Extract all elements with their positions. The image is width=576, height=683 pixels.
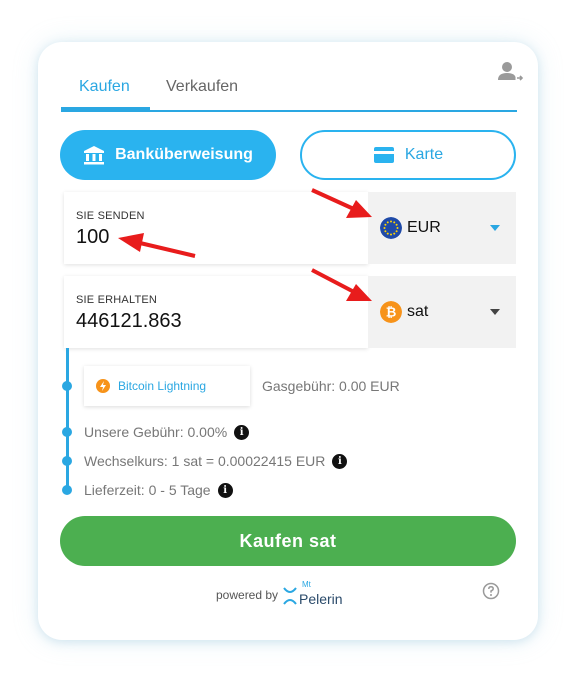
receive-currency-select[interactable]: ₿ sat bbox=[368, 276, 516, 348]
bank-transfer-button[interactable]: Banküberweisung bbox=[60, 130, 276, 180]
send-amount-field[interactable]: SIE SENDEN 100 bbox=[64, 192, 368, 264]
buy-button[interactable]: Kaufen sat bbox=[60, 516, 516, 566]
gas-fee-text: Gasgebühr: 0.00 EUR bbox=[262, 378, 400, 394]
card-payment-button[interactable]: Karte bbox=[300, 130, 516, 180]
fee-text: Unsere Gebühr: 0.00% bbox=[84, 424, 228, 440]
help-icon[interactable] bbox=[482, 582, 500, 600]
card-payment-label: Karte bbox=[404, 146, 444, 163]
tab-bar: Kaufen Verkaufen bbox=[61, 70, 517, 114]
tab-verkaufen[interactable]: Verkaufen bbox=[166, 78, 238, 96]
svg-text:₿: ₿ bbox=[386, 306, 397, 321]
receive-amount-field[interactable]: SIE ERHALTEN 446121.863 bbox=[64, 276, 368, 348]
timeline-dot-fee bbox=[62, 427, 72, 437]
receive-amount-value[interactable]: 446121.863 bbox=[76, 310, 182, 333]
send-label: SIE SENDEN bbox=[76, 210, 145, 222]
network-select[interactable]: Bitcoin Lightning bbox=[84, 366, 250, 406]
powered-by-text: powered by bbox=[216, 588, 279, 602]
mt-pelerin-logo-icon bbox=[283, 587, 297, 605]
lightning-icon bbox=[96, 379, 110, 393]
bank-icon bbox=[84, 146, 105, 165]
tab-kaufen[interactable]: Kaufen bbox=[79, 78, 130, 96]
bank-transfer-label: Banküberweisung bbox=[115, 146, 253, 163]
delivery-row: Lieferzeit: 0 - 5 Tage i bbox=[84, 482, 233, 498]
mt-pelerin-logo[interactable]: Mt Pelerin bbox=[282, 580, 352, 610]
delivery-text: Lieferzeit: 0 - 5 Tage bbox=[84, 482, 211, 498]
delivery-info-icon[interactable]: i bbox=[217, 482, 233, 498]
details-timeline bbox=[66, 348, 69, 490]
active-tab-indicator bbox=[61, 107, 150, 111]
credit-card-icon bbox=[373, 147, 394, 163]
timeline-dot-delivery bbox=[62, 485, 72, 495]
fee-info-icon[interactable]: i bbox=[234, 424, 250, 440]
receive-currency-code: sat bbox=[407, 303, 429, 320]
send-amount-input[interactable]: 100 bbox=[76, 226, 109, 249]
network-label: Bitcoin Lightning bbox=[118, 379, 207, 393]
eur-flag-icon bbox=[380, 217, 402, 239]
send-currency-code: EUR bbox=[407, 219, 441, 236]
timeline-dot-rate bbox=[62, 456, 72, 466]
timeline-dot-network bbox=[62, 381, 72, 391]
receive-label: SIE ERHALTEN bbox=[76, 294, 158, 306]
logo-prefix: Mt bbox=[302, 580, 311, 589]
send-currency-select[interactable]: EUR bbox=[368, 192, 516, 264]
bitcoin-icon: ₿ bbox=[380, 301, 402, 323]
rate-text: Wechselkurs: 1 sat = 0.00022415 EUR bbox=[84, 453, 326, 469]
send-currency-chevron-down-icon bbox=[490, 225, 500, 231]
rate-row: Wechselkurs: 1 sat = 0.00022415 EUR i bbox=[84, 453, 348, 469]
rate-info-icon[interactable]: i bbox=[332, 453, 348, 469]
receive-currency-chevron-down-icon bbox=[490, 309, 500, 315]
logo-name: Pelerin bbox=[299, 591, 343, 607]
fee-row: Unsere Gebühr: 0.00% i bbox=[84, 424, 250, 440]
